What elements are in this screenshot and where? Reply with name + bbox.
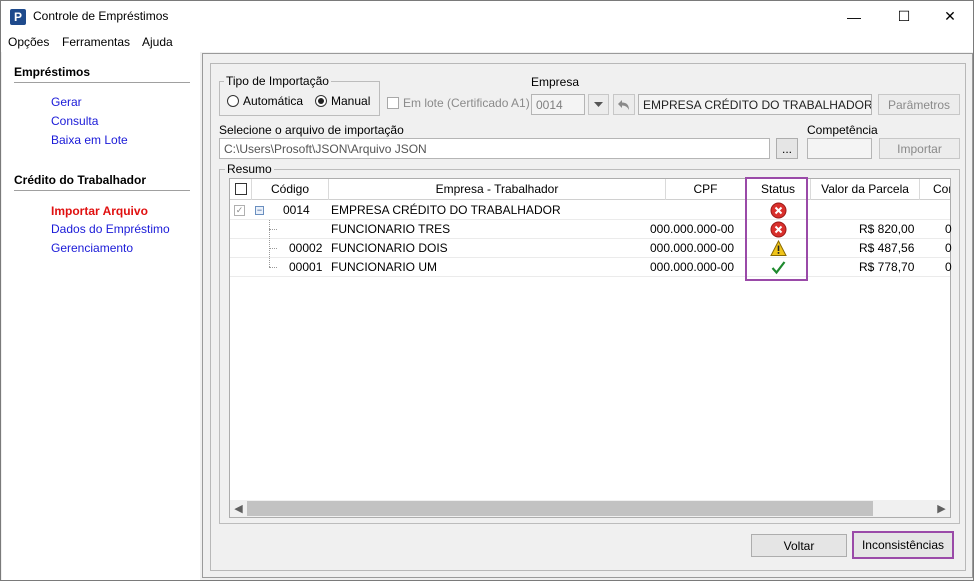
resumo-legend: Resumo bbox=[225, 162, 274, 176]
cell-nome: FUNCIONARIO UM bbox=[331, 260, 437, 274]
cell-valor: R$ 778,70 bbox=[859, 260, 915, 274]
scrollbar-thumb[interactable] bbox=[247, 501, 873, 516]
section-title-emprestimos: Empréstimos bbox=[14, 65, 91, 79]
empresa-label: Empresa bbox=[531, 75, 580, 89]
sidebar-item-gerenciamento[interactable]: Gerenciamento bbox=[51, 241, 133, 255]
cell-nome: FUNCIONARIO TRES bbox=[331, 222, 451, 236]
cell-cpf: 000.000.000-00 bbox=[650, 222, 735, 236]
table-row[interactable]: 00002 FUNCIONARIO DOIS 000.000.000-00 R$… bbox=[230, 239, 952, 258]
table-row[interactable]: 00001 FUNCIONARIO UM 000.000.000-00 R$ 7… bbox=[230, 258, 952, 277]
maximize-button[interactable]: ☐ bbox=[881, 1, 927, 32]
radio-automatica-indicator[interactable] bbox=[227, 95, 239, 107]
tree-connector bbox=[269, 229, 277, 230]
importar-button[interactable]: Importar bbox=[879, 138, 960, 159]
sidebar-item-baixa-em-lote[interactable]: Baixa em Lote bbox=[51, 133, 128, 147]
col-header-valor-parcela[interactable]: Valor da Parcela bbox=[811, 179, 920, 200]
competencia-field[interactable] bbox=[807, 138, 872, 159]
collapse-icon[interactable]: − bbox=[255, 206, 264, 215]
cell-extra: 0 bbox=[945, 260, 952, 274]
menu-bar: Opções Ferramentas Ajuda bbox=[1, 32, 973, 52]
arquivo-label: Selecione o arquivo de importação bbox=[219, 123, 404, 137]
arquivo-path-field[interactable]: C:\Users\Prosoft\JSON\Arquivo JSON bbox=[219, 138, 770, 159]
select-all-checkbox[interactable] bbox=[234, 183, 247, 195]
main-window: P Controle de Empréstimos — ☐ ✕ Opções F… bbox=[0, 0, 974, 581]
em-lote-checkbox[interactable]: Em lote (Certificado A1) bbox=[387, 96, 530, 110]
chevron-down-icon bbox=[594, 102, 603, 107]
section-title-credito-trabalhador: Crédito do Trabalhador bbox=[14, 173, 147, 187]
em-lote-label: Em lote (Certificado A1) bbox=[403, 96, 530, 110]
sidebar-item-importar-arquivo[interactable]: Importar Arquivo bbox=[51, 204, 148, 218]
col-header-truncated[interactable]: Cor bbox=[920, 179, 950, 200]
select-all-cell bbox=[230, 179, 252, 200]
scroll-left-icon[interactable]: ◀ bbox=[230, 500, 247, 517]
tree-connector bbox=[269, 220, 270, 267]
sidebar-item-dados-emprestimo[interactable]: Dados do Empréstimo bbox=[51, 222, 170, 236]
status-column-highlight bbox=[745, 177, 808, 281]
tree-connector bbox=[269, 248, 277, 249]
col-header-empresa-trabalhador[interactable]: Empresa - Trabalhador bbox=[329, 179, 666, 200]
cell-extra: 0 bbox=[945, 241, 952, 255]
section-divider bbox=[14, 190, 190, 191]
app-logo-icon: P bbox=[10, 9, 26, 25]
menu-opcoes[interactable]: Opções bbox=[8, 35, 49, 49]
col-header-codigo[interactable]: Código bbox=[252, 179, 329, 200]
tree-connector bbox=[269, 267, 277, 268]
radio-automatica[interactable]: Automática bbox=[227, 94, 303, 108]
menu-ferramentas[interactable]: Ferramentas bbox=[62, 35, 130, 49]
radio-manual-indicator[interactable] bbox=[315, 95, 327, 107]
empresa-undo-button[interactable] bbox=[613, 94, 635, 115]
table-row[interactable]: FUNCIONARIO TRES 000.000.000-00 R$ 820,0… bbox=[230, 220, 952, 239]
sidebar-item-consulta[interactable]: Consulta bbox=[51, 114, 98, 128]
competencia-label: Competência bbox=[807, 123, 878, 137]
cell-extra: 0 bbox=[945, 222, 952, 236]
cell-valor: R$ 487,56 bbox=[859, 241, 915, 255]
radio-automatica-label: Automática bbox=[243, 94, 304, 108]
row-checkbox-checked[interactable]: ✓ bbox=[234, 205, 245, 216]
close-button[interactable]: ✕ bbox=[927, 1, 973, 32]
section-divider bbox=[14, 82, 190, 83]
menu-ajuda[interactable]: Ajuda bbox=[142, 35, 173, 49]
col-header-cpf[interactable]: CPF bbox=[666, 179, 746, 200]
radio-manual[interactable]: Manual bbox=[315, 94, 370, 108]
import-type-legend: Tipo de Importação bbox=[224, 74, 331, 88]
horizontal-scrollbar[interactable]: ◀ ▶ bbox=[230, 500, 950, 517]
inconsistencias-button[interactable]: Inconsistências bbox=[852, 531, 954, 559]
empresa-dropdown-button[interactable] bbox=[588, 94, 609, 115]
title-bar: P Controle de Empréstimos — ☐ ✕ bbox=[1, 1, 973, 32]
radio-manual-label: Manual bbox=[331, 94, 371, 108]
grid-header: Código Empresa - Trabalhador CPF Status … bbox=[230, 179, 950, 200]
cell-codigo: 0014 bbox=[283, 203, 310, 217]
cell-codigo: 00002 bbox=[289, 241, 323, 255]
cell-valor: R$ 820,00 bbox=[859, 222, 915, 236]
window-title: Controle de Empréstimos bbox=[33, 9, 169, 23]
em-lote-checkbox-box[interactable] bbox=[387, 97, 399, 109]
cell-cpf: 000.000.000-00 bbox=[650, 241, 735, 255]
parametros-button[interactable]: Parâmetros bbox=[878, 94, 960, 115]
voltar-button[interactable]: Voltar bbox=[751, 534, 847, 557]
scroll-right-icon[interactable]: ▶ bbox=[933, 500, 950, 517]
cell-nome: EMPRESA CRÉDITO DO TRABALHADOR bbox=[331, 203, 561, 217]
cell-codigo: 00001 bbox=[289, 260, 323, 274]
empresa-code-field[interactable]: 0014 bbox=[531, 94, 585, 115]
cell-nome: FUNCIONARIO DOIS bbox=[331, 241, 448, 255]
resumo-grid: Código Empresa - Trabalhador CPF Status … bbox=[229, 178, 952, 518]
minimize-button[interactable]: — bbox=[831, 1, 877, 32]
table-row[interactable]: ✓ − 0014 EMPRESA CRÉDITO DO TRABALHADOR bbox=[230, 201, 950, 220]
undo-icon bbox=[618, 99, 629, 110]
browse-button[interactable]: ... bbox=[776, 138, 798, 159]
sidebar-item-gerar[interactable]: Gerar bbox=[51, 95, 82, 109]
sidebar: Empréstimos Gerar Consulta Baixa em Lote… bbox=[2, 52, 200, 580]
cell-cpf: 000.000.000-00 bbox=[650, 260, 735, 274]
empresa-name-field: EMPRESA CRÉDITO DO TRABALHADOR bbox=[638, 94, 872, 115]
